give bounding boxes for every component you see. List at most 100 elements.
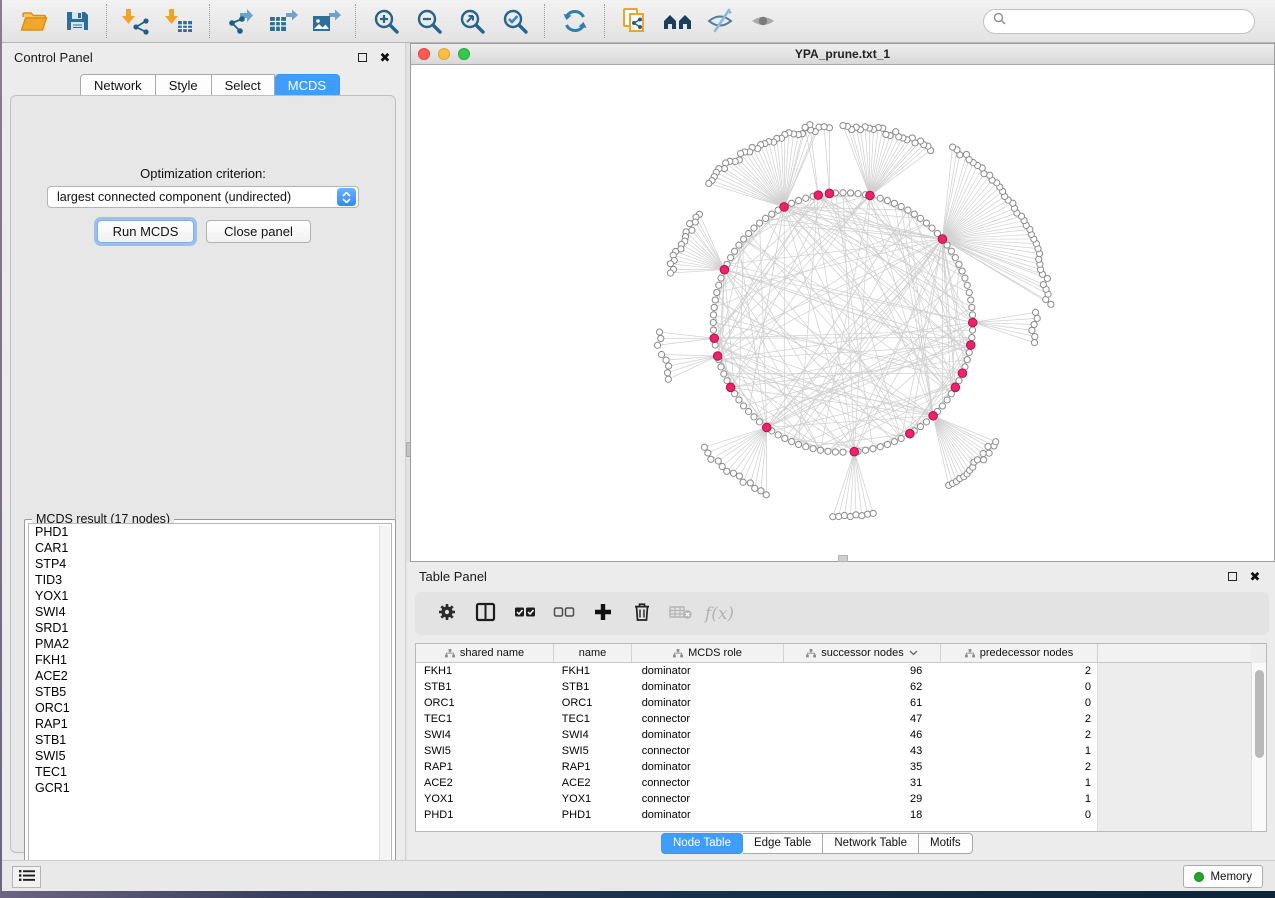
run-mcds-button[interactable]: Run MCDS <box>97 220 194 243</box>
zoom-out-button[interactable] <box>407 2 450 40</box>
search-input[interactable] <box>1012 14 1245 28</box>
network-canvas[interactable] <box>411 65 1274 561</box>
table-row[interactable]: ACE2ACE2connector311 <box>416 775 1097 791</box>
cell-predecessor-nodes[interactable]: 0 <box>940 697 1097 709</box>
float-panel-button[interactable] <box>354 50 370 64</box>
mcds-result-item[interactable]: TEC1 <box>29 764 391 780</box>
cell-MCDS-role[interactable]: dominator <box>632 681 784 693</box>
function-builder-button[interactable]: f(x) <box>700 596 739 632</box>
network-graph[interactable] <box>411 65 1274 561</box>
cell-shared-name[interactable]: RAP1 <box>416 761 554 773</box>
table-row[interactable]: RAP1RAP1dominator352 <box>416 759 1097 775</box>
save-session-button[interactable] <box>55 2 98 40</box>
cell-successor-nodes[interactable]: 31 <box>783 777 940 789</box>
column-header-name[interactable]: name <box>554 644 632 662</box>
cell-shared-name[interactable]: ACE2 <box>416 777 554 789</box>
table-scrollbar-thumb[interactable] <box>1255 670 1264 758</box>
cell-predecessor-nodes[interactable]: 1 <box>940 793 1097 805</box>
show-all-button[interactable] <box>742 2 785 40</box>
cell-shared-name[interactable]: TEC1 <box>416 713 554 725</box>
cell-successor-nodes[interactable]: 29 <box>783 793 940 805</box>
cell-shared-name[interactable]: YOX1 <box>416 793 554 805</box>
float-table-panel-button[interactable] <box>1224 569 1240 583</box>
hide-selected-button[interactable] <box>699 2 742 40</box>
cell-successor-nodes[interactable]: 96 <box>783 665 940 677</box>
cell-shared-name[interactable]: ORC1 <box>416 697 554 709</box>
memory-button[interactable]: Memory <box>1183 865 1263 888</box>
mcds-result-item[interactable]: SWI5 <box>29 748 391 764</box>
cell-shared-name[interactable]: SWI4 <box>416 729 554 741</box>
cell-MCDS-role[interactable]: dominator <box>632 665 784 677</box>
mcds-result-item[interactable]: ORC1 <box>29 700 391 716</box>
mcds-result-item[interactable]: SRD1 <box>29 620 391 636</box>
cell-shared-name[interactable]: SWI5 <box>416 745 554 757</box>
cell-predecessor-nodes[interactable]: 2 <box>940 761 1097 773</box>
delete-column-button[interactable] <box>622 596 661 632</box>
mcds-list-scrollbar[interactable] <box>379 525 390 888</box>
mcds-result-item[interactable]: STB5 <box>29 684 391 700</box>
cell-successor-nodes[interactable]: 62 <box>783 681 940 693</box>
mcds-result-item[interactable]: FKH1 <box>29 652 391 668</box>
open-file-button[interactable] <box>12 2 55 40</box>
cell-name[interactable]: YOX1 <box>554 793 632 805</box>
cell-predecessor-nodes[interactable]: 1 <box>940 777 1097 789</box>
table-row[interactable]: TEC1TEC1connector472 <box>416 711 1097 727</box>
refresh-button[interactable] <box>553 2 596 40</box>
cell-MCDS-role[interactable]: dominator <box>632 809 784 821</box>
search-field[interactable] <box>983 9 1255 34</box>
cell-successor-nodes[interactable]: 35 <box>783 761 940 773</box>
column-header-shared-name[interactable]: shared name <box>416 644 554 662</box>
table-scrollbar[interactable] <box>1251 663 1266 831</box>
cell-MCDS-role[interactable]: dominator <box>632 729 784 741</box>
new-network-from-selection-button[interactable] <box>613 2 656 40</box>
table-settings-button[interactable] <box>427 596 466 632</box>
show-log-button[interactable] <box>12 866 41 888</box>
cell-predecessor-nodes[interactable]: 2 <box>940 713 1097 725</box>
cell-successor-nodes[interactable]: 46 <box>783 729 940 741</box>
close-panel-action-button[interactable]: Close panel <box>206 220 311 243</box>
cell-MCDS-role[interactable]: connector <box>632 793 784 805</box>
cell-MCDS-role[interactable]: connector <box>632 745 784 757</box>
network-window-titlebar[interactable]: YPA_prune.txt_1 <box>411 44 1274 65</box>
cell-predecessor-nodes[interactable]: 0 <box>940 809 1097 821</box>
tab-network-table[interactable]: Network Table <box>823 833 919 854</box>
mcds-result-item[interactable]: PHD1 <box>29 524 391 540</box>
cell-MCDS-role[interactable]: dominator <box>632 761 784 773</box>
column-header-successor-nodes[interactable]: successor nodes <box>784 644 941 662</box>
deselect-all-button[interactable] <box>544 596 583 632</box>
cell-predecessor-nodes[interactable]: 0 <box>940 681 1097 693</box>
cell-name[interactable]: RAP1 <box>554 761 632 773</box>
cell-name[interactable]: TEC1 <box>554 713 632 725</box>
table-row[interactable]: FKH1FKH1dominator962 <box>416 663 1097 679</box>
first-neighbors-button[interactable] <box>656 2 699 40</box>
mcds-result-item[interactable]: GCR1 <box>29 780 391 796</box>
export-image-button[interactable] <box>304 2 347 40</box>
mcds-result-item[interactable]: STB1 <box>29 732 391 748</box>
column-header-MCDS-role[interactable]: MCDS role <box>632 644 784 662</box>
cell-name[interactable]: SWI5 <box>554 745 632 757</box>
table-row[interactable]: SWI5SWI5connector431 <box>416 743 1097 759</box>
cell-successor-nodes[interactable]: 47 <box>783 713 940 725</box>
table-row[interactable]: STB1STB1dominator620 <box>416 679 1097 695</box>
zoom-in-button[interactable] <box>364 2 407 40</box>
optimization-criterion-select[interactable]: largest connected component (undirected) <box>47 186 359 208</box>
cell-predecessor-nodes[interactable]: 2 <box>940 729 1097 741</box>
cell-shared-name[interactable]: PHD1 <box>416 809 554 821</box>
cell-predecessor-nodes[interactable]: 2 <box>940 665 1097 677</box>
delete-table-button[interactable] <box>661 596 700 632</box>
horizontal-divider-handle[interactable] <box>838 555 848 562</box>
cell-predecessor-nodes[interactable]: 1 <box>940 745 1097 757</box>
tab-edge-table[interactable]: Edge Table <box>743 833 823 854</box>
cell-MCDS-role[interactable]: connector <box>632 777 784 789</box>
cell-name[interactable]: SWI4 <box>554 729 632 741</box>
mcds-result-item[interactable]: TID3 <box>29 572 391 588</box>
table-row[interactable]: SWI4SWI4dominator462 <box>416 727 1097 743</box>
close-table-panel-button[interactable]: ✖ <box>1247 569 1263 583</box>
show-column-button[interactable] <box>466 596 505 632</box>
import-table-button[interactable] <box>158 2 201 40</box>
tab-motifs[interactable]: Motifs <box>919 833 973 854</box>
cell-successor-nodes[interactable]: 18 <box>783 809 940 821</box>
column-header-predecessor-nodes[interactable]: predecessor nodes <box>941 644 1098 662</box>
cell-successor-nodes[interactable]: 43 <box>783 745 940 757</box>
cell-name[interactable]: PHD1 <box>554 809 632 821</box>
